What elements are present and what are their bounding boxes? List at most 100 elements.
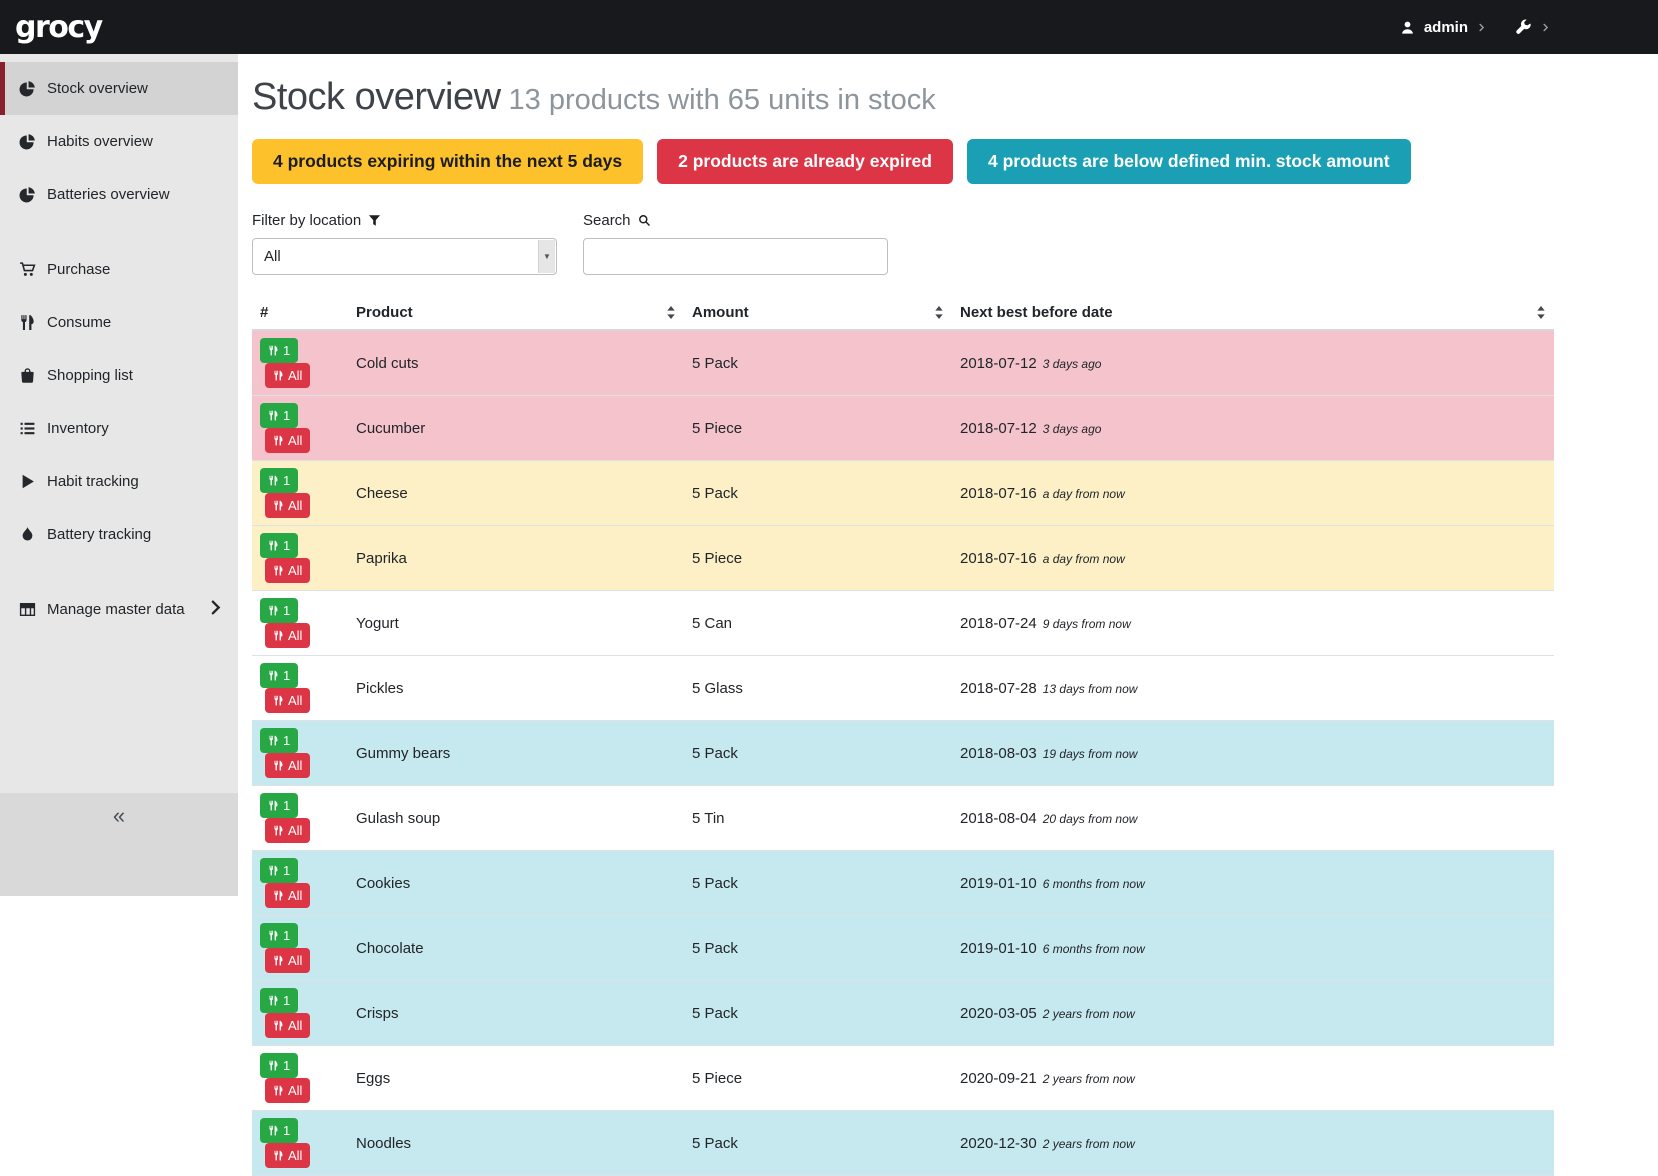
sidebar-collapse-button[interactable]: « (0, 793, 238, 896)
sidebar-item-label: Battery tracking (47, 526, 151, 543)
consume-one-button[interactable]: 1 (260, 858, 298, 883)
table-row: 1 All Crisps 5 Pack 2020-03-052 years fr… (252, 981, 1554, 1046)
table-row: 1 All Gummy bears 5 Pack 2018-08-0319 da… (252, 721, 1554, 786)
sort-icon[interactable] (934, 306, 944, 319)
table-row: 1 All Cold cuts 5 Pack 2018-07-123 days … (252, 330, 1554, 396)
consume-all-button[interactable]: All (265, 1078, 310, 1103)
location-filter-label-text: Filter by location (252, 212, 361, 229)
app-logo[interactable]: grocy (15, 10, 102, 45)
sidebar-item-battery-tracking[interactable]: Battery tracking (0, 508, 238, 561)
consume-all-button[interactable]: All (265, 623, 310, 648)
table-header-row: # Product Amount (252, 301, 1554, 330)
settings-wrench-icon[interactable] (1515, 19, 1532, 36)
column-header-amount[interactable]: Amount (684, 301, 952, 330)
amount-cell: 5 Pack (684, 916, 952, 981)
row-actions-cell: 1 All (252, 656, 348, 721)
consume-one-label: 1 (283, 798, 290, 813)
consume-one-button[interactable]: 1 (260, 663, 298, 688)
sidebar-item-stock-overview[interactable]: Stock overview (0, 62, 238, 115)
location-filter-value: All (253, 239, 537, 274)
amount-cell: 5 Pack (684, 721, 952, 786)
sidebar-item-consume[interactable]: Consume (0, 296, 238, 349)
consume-one-button[interactable]: 1 (260, 533, 298, 558)
amount-cell: 5 Pack (684, 461, 952, 526)
best-before-date: 2020-12-30 (960, 1135, 1037, 1152)
consume-all-button[interactable]: All (265, 363, 310, 388)
utensils-icon (268, 930, 279, 941)
amount-cell: 5 Piece (684, 1046, 952, 1111)
consume-one-button[interactable]: 1 (260, 468, 298, 493)
amount-value: 5 Pack (692, 1135, 738, 1152)
consume-all-button[interactable]: All (265, 1013, 310, 1038)
sidebar-item-label: Shopping list (47, 367, 133, 384)
topbar-actions: admin (1400, 19, 1550, 36)
consume-one-button[interactable]: 1 (260, 728, 298, 753)
expiring-badge[interactable]: 4 products expiring within the next 5 da… (252, 139, 643, 184)
amount-cell: 5 Piece (684, 526, 952, 591)
best-before-relative: 19 days from now (1043, 747, 1138, 761)
utensils-icon (273, 955, 284, 966)
consume-one-button[interactable]: 1 (260, 923, 298, 948)
column-header-label: Next best before date (960, 304, 1113, 321)
consume-all-button[interactable]: All (265, 688, 310, 713)
consume-all-button[interactable]: All (265, 493, 310, 518)
consume-one-button[interactable]: 1 (260, 338, 298, 363)
user-name[interactable]: admin (1424, 19, 1468, 36)
amount-cell: 5 Tin (684, 786, 952, 851)
consume-one-label: 1 (283, 538, 290, 553)
amount-value: 5 Piece (692, 420, 742, 437)
column-header-best-before[interactable]: Next best before date (952, 301, 1554, 330)
sidebar-item-batteries-overview[interactable]: Batteries overview (0, 168, 238, 221)
consume-all-button[interactable]: All (265, 948, 310, 973)
best-before-cell: 2018-07-16a day from now (952, 526, 1554, 591)
consume-all-label: All (288, 693, 302, 708)
consume-one-label: 1 (283, 473, 290, 488)
column-header-product[interactable]: Product (348, 301, 684, 330)
sidebar-item-purchase[interactable]: Purchase (0, 243, 238, 296)
pie-chart-icon (19, 80, 36, 97)
row-actions-cell: 1 All (252, 851, 348, 916)
sidebar-item-habits-overview[interactable]: Habits overview (0, 115, 238, 168)
table-row: 1 All Cucumber 5 Piece 2018-07-123 days … (252, 396, 1554, 461)
consume-one-button[interactable]: 1 (260, 403, 298, 428)
stock-table: # Product Amount (252, 301, 1554, 1176)
consume-one-button[interactable]: 1 (260, 1118, 298, 1143)
consume-all-button[interactable]: All (265, 428, 310, 453)
consume-one-button[interactable]: 1 (260, 793, 298, 818)
consume-all-button[interactable]: All (265, 558, 310, 583)
consume-one-button[interactable]: 1 (260, 988, 298, 1013)
row-actions-cell: 1 All (252, 330, 348, 396)
consume-all-button[interactable]: All (265, 753, 310, 778)
consume-one-button[interactable]: 1 (260, 1053, 298, 1078)
amount-value: 5 Can (692, 615, 732, 632)
search-input[interactable] (583, 238, 888, 275)
expired-badge[interactable]: 2 products are already expired (657, 139, 953, 184)
consume-all-label: All (288, 1018, 302, 1033)
product-name: Cookies (356, 875, 410, 892)
consume-all-button[interactable]: All (265, 818, 310, 843)
sort-icon[interactable] (666, 306, 676, 319)
below-min-stock-badge[interactable]: 4 products are below defined min. stock … (967, 139, 1411, 184)
sidebar-item-inventory[interactable]: Inventory (0, 402, 238, 455)
sidebar-item-habit-tracking[interactable]: Habit tracking (0, 455, 238, 508)
utensils-icon (273, 630, 284, 641)
sidebar-item-manage-master-data[interactable]: Manage master data (0, 583, 238, 636)
best-before-cell: 2018-08-0319 days from now (952, 721, 1554, 786)
consume-all-button[interactable]: All (265, 1143, 310, 1168)
product-cell: Gulash soup (348, 786, 684, 851)
consume-all-label: All (288, 368, 302, 383)
shopping-cart-icon (19, 261, 36, 278)
best-before-cell: 2018-07-123 days ago (952, 396, 1554, 461)
chevron-right-icon[interactable] (1477, 21, 1486, 34)
best-before-date: 2018-07-16 (960, 485, 1037, 502)
location-filter-select[interactable]: All ▼ (252, 238, 557, 275)
consume-one-label: 1 (283, 1058, 290, 1073)
product-cell: Chocolate (348, 916, 684, 981)
best-before-date: 2018-08-04 (960, 810, 1037, 827)
sidebar-item-shopping-list[interactable]: Shopping list (0, 349, 238, 402)
table-row: 1 All Cheese 5 Pack 2018-07-16a day from… (252, 461, 1554, 526)
consume-one-button[interactable]: 1 (260, 598, 298, 623)
best-before-cell: 2018-07-2813 days from now (952, 656, 1554, 721)
sort-icon[interactable] (1536, 306, 1546, 319)
chevron-right-icon[interactable] (1541, 21, 1550, 34)
